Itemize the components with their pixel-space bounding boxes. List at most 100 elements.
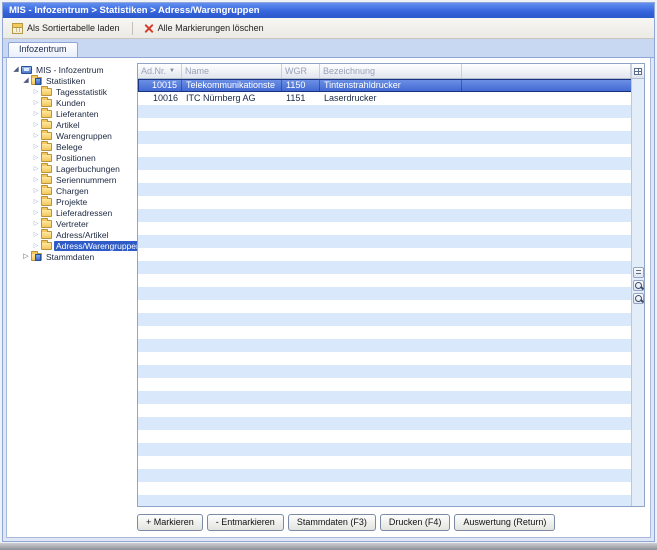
table-row-empty[interactable]: [138, 417, 644, 430]
table-row-empty[interactable]: [138, 131, 644, 144]
table-row-empty[interactable]: [138, 118, 644, 131]
table-row-empty[interactable]: [138, 378, 644, 391]
drucken-f4-button[interactable]: Drucken (F4): [380, 514, 451, 531]
table-row-empty[interactable]: [138, 287, 644, 300]
clear-marks-button[interactable]: Alle Markierungen löschen: [138, 20, 271, 37]
tree-item-lagerbuchungen[interactable]: ▷Lagerbuchungen: [11, 163, 137, 174]
title-bar[interactable]: MIS - Infozentrum > Statistiken > Adress…: [3, 3, 654, 18]
table-row[interactable]: 10016ITC Nürnberg AG1151Laserdrucker: [138, 92, 644, 105]
table-row-empty[interactable]: [138, 443, 644, 456]
folder-chart-icon: [31, 253, 42, 261]
tree-item-label: Chargen: [54, 186, 91, 196]
zoom-button[interactable]: [633, 280, 644, 291]
entmarkieren-button[interactable]: - Entmarkieren: [207, 514, 284, 531]
tab-infozentrum[interactable]: Infozentrum: [8, 42, 78, 57]
table-row-empty[interactable]: [138, 404, 644, 417]
cell: [282, 495, 320, 506]
table-row-empty[interactable]: [138, 430, 644, 443]
cell: [182, 391, 282, 404]
cell: [462, 313, 644, 326]
cell: [320, 261, 462, 274]
cell: [282, 456, 320, 469]
toolbar-separator: [132, 22, 133, 35]
cell: [282, 352, 320, 365]
leaf-arrow-icon: ▷: [32, 121, 40, 129]
table-row-empty[interactable]: [138, 495, 644, 506]
table-row-empty[interactable]: [138, 235, 644, 248]
cell: [462, 430, 644, 443]
tree-item-belege[interactable]: ▷Belege: [11, 141, 137, 152]
tree-item-artikel[interactable]: ▷Artikel: [11, 119, 137, 130]
column-header-bezeichnung[interactable]: Bezeichnung: [320, 64, 462, 78]
table-row-empty[interactable]: [138, 365, 644, 378]
table-row-empty[interactable]: [138, 391, 644, 404]
table-row[interactable]: 10015Telekommunikationste1150Tintenstrah…: [138, 79, 644, 92]
folder-icon: [41, 231, 52, 239]
table-row-empty[interactable]: [138, 300, 644, 313]
table-row-empty[interactable]: [138, 209, 644, 222]
cell: [182, 313, 282, 326]
table-row-empty[interactable]: [138, 196, 644, 209]
folder-icon: [41, 143, 52, 151]
table-row-empty[interactable]: [138, 482, 644, 495]
cell: [138, 430, 182, 443]
tree-item-vertreter[interactable]: ▷Vertreter: [11, 218, 137, 229]
app-window: MIS - Infozentrum > Statistiken > Adress…: [2, 2, 655, 542]
cell: [462, 222, 644, 235]
table-row-empty[interactable]: [138, 183, 644, 196]
column-header-name[interactable]: Name: [182, 64, 282, 78]
grip-button[interactable]: [633, 267, 644, 278]
tree-item-kunden[interactable]: ▷Kunden: [11, 97, 137, 108]
stammdaten-f3-button[interactable]: Stammdaten (F3): [288, 514, 376, 531]
cell: [320, 170, 462, 183]
cell: [138, 209, 182, 222]
table-row-empty[interactable]: [138, 339, 644, 352]
tree-item-seriennummern[interactable]: ▷Seriennummern: [11, 174, 137, 185]
collapse-icon[interactable]: ◢: [22, 77, 30, 85]
collapse-icon[interactable]: ◢: [12, 66, 20, 74]
tree-item-lieferadressen[interactable]: ▷Lieferadressen: [11, 207, 137, 218]
table-row-empty[interactable]: [138, 313, 644, 326]
auswertung-return-button[interactable]: Auswertung (Return): [454, 514, 555, 531]
table-row-empty[interactable]: [138, 274, 644, 287]
tree-item-statistiken[interactable]: ◢Statistiken: [11, 75, 137, 86]
tree-item-label: MIS - Infozentrum: [34, 65, 106, 75]
table-row-empty[interactable]: [138, 469, 644, 482]
markieren-button[interactable]: + Markieren: [137, 514, 203, 531]
table-row-empty[interactable]: [138, 222, 644, 235]
tree-item-stammdaten[interactable]: ▷Stammdaten: [11, 251, 137, 262]
table-row-empty[interactable]: [138, 144, 644, 157]
search-button[interactable]: [633, 293, 644, 304]
tree-item-warengruppen[interactable]: ▷Warengruppen: [11, 130, 137, 141]
cell: [462, 144, 644, 157]
table-row-empty[interactable]: [138, 352, 644, 365]
column-header-ad-nr[interactable]: Ad.Nr.▼: [138, 64, 182, 78]
cell: [282, 378, 320, 391]
expand-icon[interactable]: ▷: [22, 253, 30, 261]
tree-item-positionen[interactable]: ▷Positionen: [11, 152, 137, 163]
tree-item-mis-infozentrum[interactable]: ◢ MIS - Infozentrum: [11, 64, 137, 75]
column-header-filler[interactable]: [462, 64, 631, 78]
table-row-empty[interactable]: [138, 261, 644, 274]
cell: [320, 222, 462, 235]
tree-item-lieferanten[interactable]: ▷Lieferanten: [11, 108, 137, 119]
column-chooser-button[interactable]: [631, 64, 644, 78]
cell: [282, 209, 320, 222]
tree-item-chargen[interactable]: ▷Chargen: [11, 185, 137, 196]
cell: [282, 313, 320, 326]
table-row-empty[interactable]: [138, 170, 644, 183]
cell: [282, 430, 320, 443]
tree-item-tagesstatistik[interactable]: ▷Tagesstatistik: [11, 86, 137, 97]
scrollbar-strip[interactable]: [631, 79, 644, 506]
tree-item-adress-warengruppen[interactable]: ▷Adress/Warengruppen: [11, 240, 137, 251]
table-row-empty[interactable]: [138, 326, 644, 339]
table-row-empty[interactable]: [138, 157, 644, 170]
table-row-empty[interactable]: [138, 105, 644, 118]
column-header-wgr[interactable]: WGR: [282, 64, 320, 78]
tree-item-projekte[interactable]: ▷Projekte: [11, 196, 137, 207]
table-row-empty[interactable]: [138, 456, 644, 469]
load-sort-table-button[interactable]: Als Sortiertabelle laden: [7, 20, 127, 37]
cell: [182, 287, 282, 300]
table-row-empty[interactable]: [138, 248, 644, 261]
tree-item-adress-artikel[interactable]: ▷Adress/Artikel: [11, 229, 137, 240]
